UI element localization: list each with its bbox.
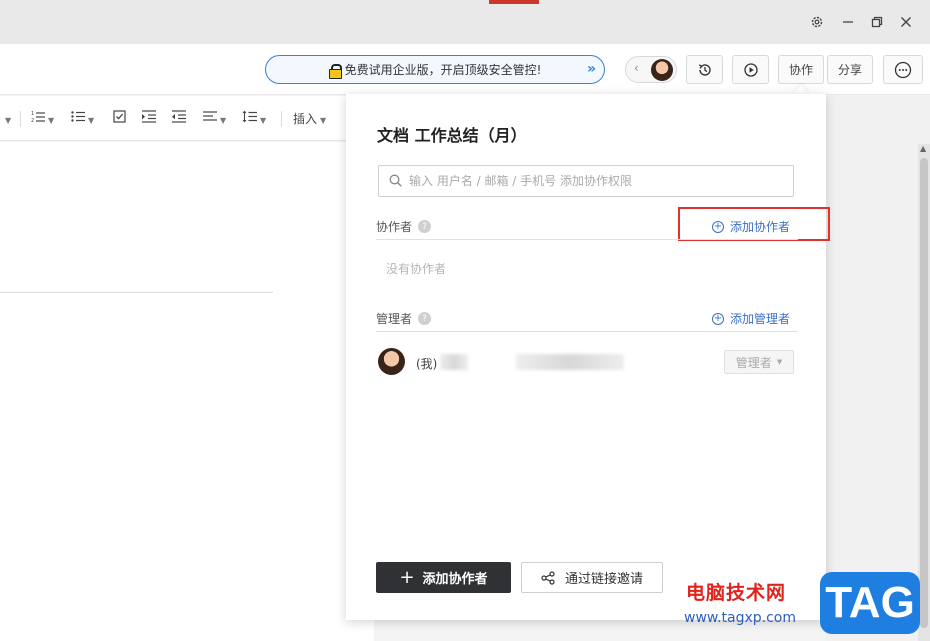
watermark-site-name: 电脑技术网 [686,582,787,604]
user-avatar-toggle[interactable]: ‹ [625,56,677,83]
plus-circle-icon: + [712,312,724,325]
collaborators-section-label: 协作者 ? [376,218,432,235]
restore-icon[interactable] [867,12,887,32]
help-icon[interactable]: ? [418,312,432,325]
role-select[interactable]: 管理者 ▼ [724,350,794,374]
add-manager-link[interactable]: + 添加管理者 [712,310,790,327]
search-icon [389,174,402,187]
title-bar [0,0,930,44]
lock-icon [328,63,342,79]
toolbar-divider [281,111,282,127]
share-label: 分享 [837,63,862,77]
avatar [651,59,673,81]
bullet-list-icon[interactable]: ▼ [71,110,94,126]
close-icon[interactable] [896,12,916,32]
collaborate-label: 协作 [788,63,813,77]
plus-icon: + [399,566,415,588]
add-collaborator-button-label: 添加协作者 [422,572,488,587]
toolbar-divider [20,111,21,127]
add-manager-link-label: 添加管理者 [730,312,791,326]
document-canvas[interactable] [0,142,374,641]
scrollbar-thumb[interactable] [920,158,928,628]
play-icon [743,62,758,77]
managers-label: 管理者 [376,312,413,326]
indent-increase-icon[interactable] [142,110,156,126]
indent-decrease-icon[interactable] [172,110,186,126]
collaborate-button[interactable]: 协作 [778,55,824,84]
member-name-prefix: (我) [416,357,438,371]
insert-menu-button[interactable]: 插入 ▼ [293,110,326,127]
watermark-tag-logo: TAG [820,572,920,634]
help-icon[interactable]: ? [418,220,432,233]
role-label: 管理者 [735,355,772,370]
chevron-down-icon[interactable]: ▼ [2,112,11,126]
scroll-up-icon[interactable]: ▲ [920,144,926,153]
present-button[interactable] [732,55,769,84]
ordered-list-icon[interactable]: 1 2 ▼ [31,110,54,126]
svg-text:2: 2 [31,118,34,123]
invite-via-link-label: 通过链接邀请 [564,572,643,587]
top-toolbar: 免费试用企业版，开启顶级安全管控! » ‹ 协作 分享 [0,44,930,95]
chevron-left-icon: ‹ [634,61,639,75]
search-input[interactable] [409,172,779,190]
svg-text:1: 1 [31,111,34,117]
vertical-scrollbar[interactable]: ▲ [918,144,930,641]
panel-title: 文档 工作总结（月） [377,126,527,145]
empty-collaborators-message: 没有协作者 [386,262,447,276]
checkbox-icon[interactable] [113,110,126,126]
section-divider [376,239,798,240]
watermark-url: www.tagxp.com [684,610,796,626]
history-icon [698,63,711,76]
enterprise-promo-banner[interactable]: 免费试用企业版，开启顶级安全管控! » [265,55,605,84]
minimize-icon[interactable] [838,12,858,32]
redacted-contact [516,354,624,370]
gear-icon[interactable] [807,12,827,32]
collaboration-panel: 文档 工作总结（月） 协作者 ? + 添加协作者 没有协作者 管理者 ? + 添… [346,94,830,620]
promo-text: 免费试用企业版，开启顶级安全管控! [344,63,542,77]
insert-label: 插入 [293,112,318,126]
more-button[interactable] [883,55,923,84]
list-item: (我) 管理者 ▼ [378,348,798,376]
redacted-name [440,354,468,370]
align-left-icon[interactable]: ▼ [203,110,226,126]
collaborators-label: 协作者 [376,220,413,234]
share-link-icon [541,570,555,585]
document-divider [0,292,273,293]
managers-section-label: 管理者 ? [376,310,432,327]
history-button[interactable] [686,55,723,84]
document-margin [826,96,930,641]
invite-via-link-button[interactable]: 通过链接邀请 [521,562,663,593]
avatar [378,348,405,375]
section-divider [376,331,798,332]
more-icon [894,61,912,78]
format-toolbar: ▼ 1 2 ▼ ▼ ▼ ▼ 插入 ▼ [0,96,346,141]
add-collaborator-button[interactable]: + 添加协作者 [376,562,511,593]
double-chevron-right-icon: » [586,61,596,77]
collaborator-search[interactable] [378,165,794,197]
line-spacing-icon[interactable]: ▼ [242,110,266,126]
chevron-down-icon: ▼ [776,358,783,366]
active-tab-indicator [489,0,539,4]
share-button[interactable]: 分享 [827,55,873,84]
annotation-highlight-box [678,207,830,241]
